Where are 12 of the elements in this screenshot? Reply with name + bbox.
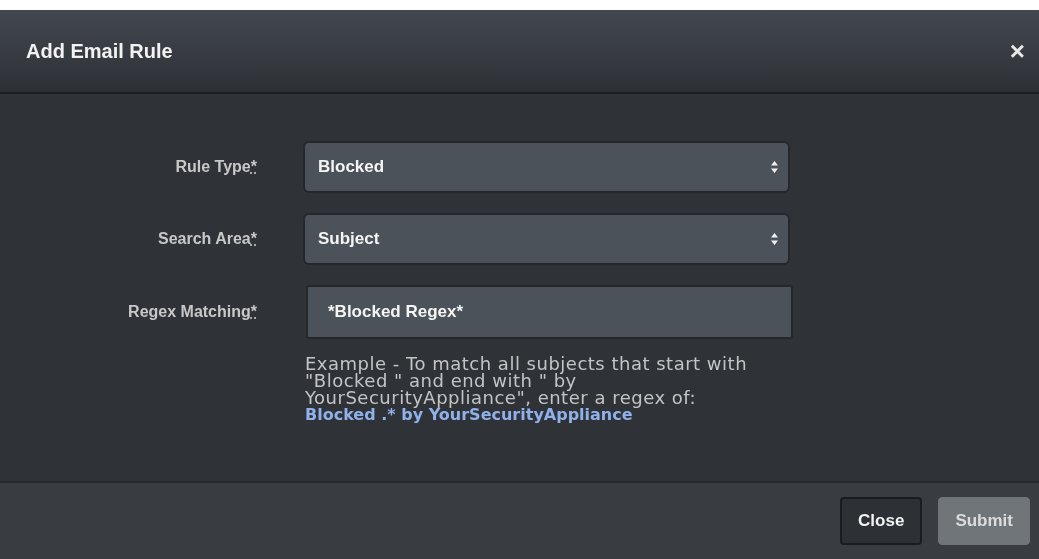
- field-label: Search Area: [157, 230, 251, 247]
- input-field[interactable]: *Blocked Regex*: [306, 285, 793, 339]
- close-button[interactable]: Close: [840, 497, 923, 545]
- stepper-arrows-icon: [771, 233, 778, 245]
- stepper-arrows-icon: [771, 161, 778, 173]
- required-mark: *: [250, 230, 257, 247]
- dialog-title: Add Email Rule: [26, 39, 173, 63]
- select-field[interactable]: Blocked: [303, 141, 790, 193]
- select-field[interactable]: Subject: [303, 213, 790, 265]
- help-text: Example - To match all subjects that start with "Blocked " and end with " by YourSecurityAppliance", enter a regex of:: [305, 355, 749, 406]
- field-label: Regex Matching: [128, 303, 251, 320]
- field-label: Rule Type: [175, 158, 251, 175]
